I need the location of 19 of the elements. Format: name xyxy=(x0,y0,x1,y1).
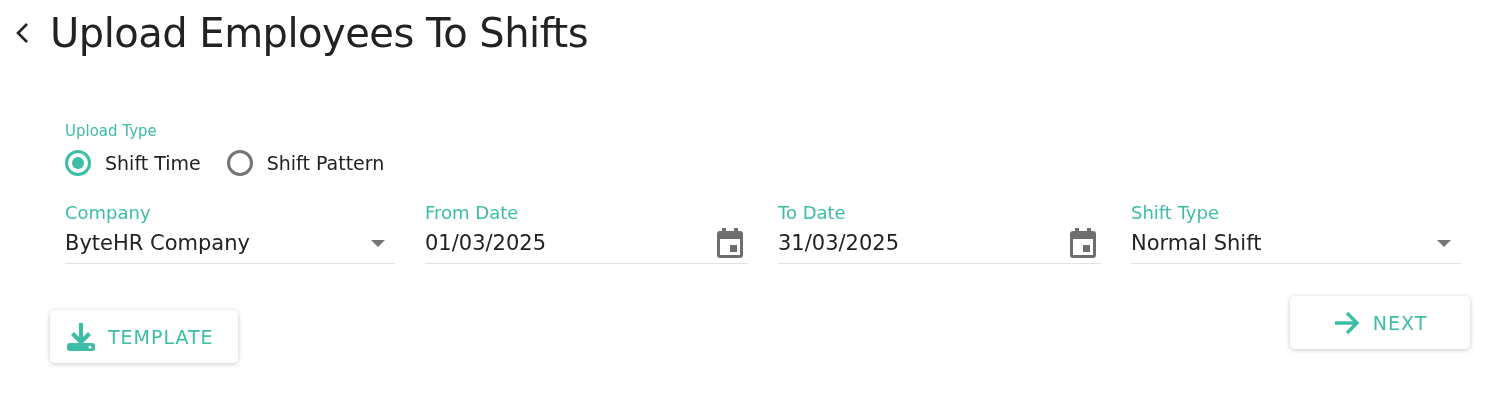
radio-option[interactable]: Shift Time xyxy=(65,150,201,176)
caret-icon xyxy=(1437,239,1451,247)
dropdown-field[interactable]: ByteHR Company xyxy=(65,223,395,264)
dropdown-field[interactable]: Normal Shift xyxy=(1131,223,1461,264)
arrow-right-icon xyxy=(1332,310,1361,335)
page-title: Upload Employees To Shifts xyxy=(50,10,589,56)
upload-type-label: Upload Type xyxy=(65,122,158,140)
field-label: Company xyxy=(65,202,152,223)
calendar-icon xyxy=(1069,227,1097,259)
field-label: Shift Type xyxy=(1131,202,1220,223)
radio-option[interactable]: Shift Pattern xyxy=(226,150,385,176)
caret-icon xyxy=(371,239,385,247)
field-label: To Date xyxy=(778,202,847,223)
calendar-icon xyxy=(716,227,744,259)
field-label: From Date xyxy=(425,202,520,223)
download-icon xyxy=(66,321,96,352)
date-field[interactable]: 01/03/2025 xyxy=(425,223,748,264)
back-icon[interactable] xyxy=(14,21,30,45)
date-field[interactable]: 31/03/2025 xyxy=(778,223,1101,264)
